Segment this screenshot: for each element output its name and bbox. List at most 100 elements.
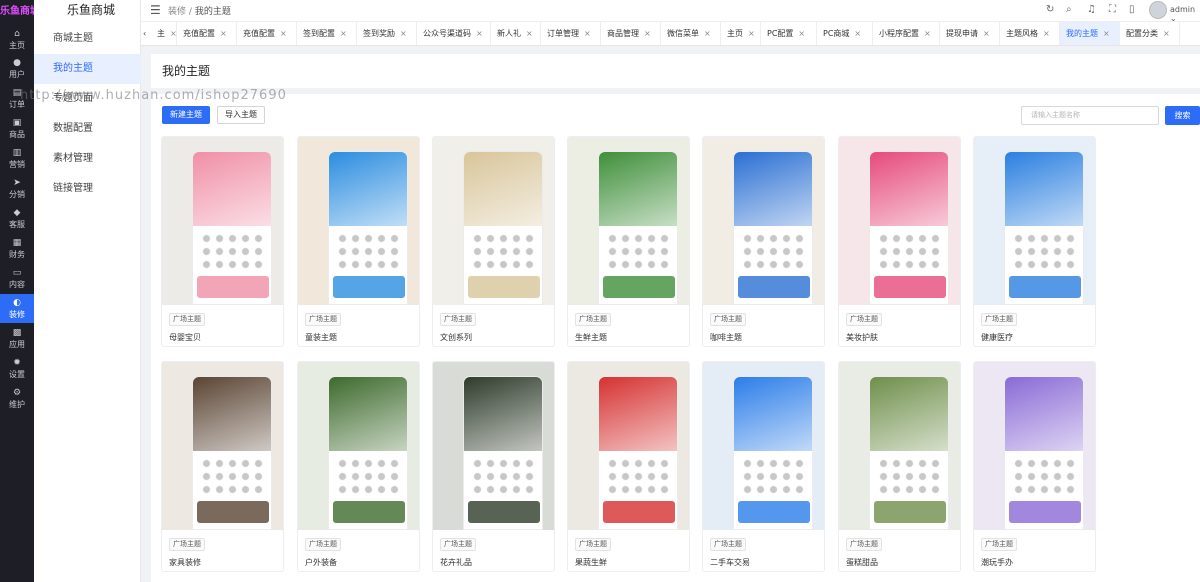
search-icon[interactable]: ⌕: [1066, 4, 1072, 15]
submenu-item[interactable]: 素材管理: [34, 144, 141, 174]
tab-item[interactable]: 主 ×: [151, 22, 177, 45]
close-icon[interactable]: ×: [798, 29, 805, 38]
phone-mockup: [869, 376, 949, 530]
tab-item[interactable]: PC配置 ×: [761, 22, 817, 45]
rail-item[interactable]: ⚙ 维护: [0, 384, 34, 413]
theme-tag: 广场主题: [440, 538, 476, 551]
bell-icon[interactable]: ♫: [1087, 4, 1096, 15]
new-theme-button[interactable]: 新建主题: [162, 106, 210, 124]
theme-card[interactable]: 广场主题 咖啡主题: [702, 136, 825, 347]
close-icon[interactable]: ×: [526, 29, 533, 38]
close-icon[interactable]: ×: [704, 29, 711, 38]
preview-banner: [738, 501, 810, 523]
rail-item[interactable]: ▥ 营销: [0, 144, 34, 173]
tab-item[interactable]: PC商城 ×: [817, 22, 873, 45]
tab-item[interactable]: 订单管理 ×: [541, 22, 601, 45]
refresh-icon[interactable]: ↻: [1046, 4, 1054, 15]
tab-item[interactable]: 主页 ×: [721, 22, 761, 45]
rail-item[interactable]: ➤ 分销: [0, 174, 34, 203]
rail-item[interactable]: ✹ 设置: [0, 354, 34, 383]
tab-item[interactable]: 签到奖励 ×: [357, 22, 417, 45]
preview-banner: [333, 501, 405, 523]
close-icon[interactable]: ×: [476, 29, 483, 38]
close-icon[interactable]: ×: [644, 29, 651, 38]
rail-item[interactable]: ▦ 财务: [0, 234, 34, 263]
rail-item[interactable]: ▩ 应用: [0, 324, 34, 353]
tab-item[interactable]: 小程序配置 ×: [873, 22, 940, 45]
tab-item[interactable]: 提现申请 ×: [940, 22, 1000, 45]
close-icon[interactable]: ×: [170, 29, 177, 38]
close-icon[interactable]: ×: [983, 29, 990, 38]
phone-mockup: [192, 151, 272, 305]
theme-tag: 广场主题: [169, 538, 205, 551]
theme-card[interactable]: 广场主题 文创系列: [432, 136, 555, 347]
close-icon[interactable]: ×: [1103, 29, 1110, 38]
breadcrumb-parent[interactable]: 装修: [168, 7, 186, 17]
theme-preview: [703, 362, 824, 530]
theme-card[interactable]: 广场主题 户外装备: [297, 361, 420, 572]
theme-card[interactable]: 广场主题 母婴宝贝: [161, 136, 284, 347]
close-icon[interactable]: ×: [924, 29, 931, 38]
theme-card[interactable]: 广场主题 健康医疗: [973, 136, 1096, 347]
mobile-icon[interactable]: ▯: [1129, 4, 1135, 15]
tab-scroll-left-icon[interactable]: ‹: [141, 22, 151, 45]
tab-item[interactable]: 我的主题 ×: [1060, 22, 1120, 45]
avatar[interactable]: [1149, 1, 1167, 19]
tab-item[interactable]: 充值配置 ×: [237, 22, 297, 45]
import-theme-button[interactable]: 导入主题: [217, 106, 265, 124]
preview-hero-image: [599, 377, 677, 451]
theme-card[interactable]: 广场主题 生鲜主题: [567, 136, 690, 347]
preview-icon-grid: [877, 232, 943, 272]
home-icon: ⌂: [14, 29, 20, 39]
rail-item[interactable]: ⌂ 主页: [0, 25, 34, 54]
rail-item-label: 维护: [9, 400, 25, 409]
tab-item[interactable]: 主题风格 ×: [1000, 22, 1060, 45]
theme-card[interactable]: 广场主题 美妆护肤: [838, 136, 961, 347]
close-icon[interactable]: ×: [1043, 29, 1050, 38]
menu-toggle-icon[interactable]: ☰: [150, 3, 161, 17]
rail-item-label: 分销: [9, 190, 25, 199]
rail-item[interactable]: ▣ 商品: [0, 114, 34, 143]
tab-item[interactable]: 商品管理 ×: [601, 22, 661, 45]
close-icon[interactable]: ×: [748, 29, 755, 38]
preview-banner: [874, 501, 946, 523]
theme-card[interactable]: 广场主题 果蔬生鲜: [567, 361, 690, 572]
search-button[interactable]: 搜索: [1165, 106, 1200, 125]
theme-card[interactable]: 广场主题 潮玩手办: [973, 361, 1096, 572]
phone-mockup: [1004, 376, 1084, 530]
tab-item[interactable]: 公众号渠道码 ×: [417, 22, 491, 45]
submenu-item[interactable]: 我的主题: [34, 54, 141, 84]
tab-item[interactable]: 签到配置 ×: [297, 22, 357, 45]
submenu-item[interactable]: 链接管理: [34, 174, 141, 204]
theme-name: 潮玩手办: [981, 558, 1013, 567]
rail-item[interactable]: ● 用户: [0, 54, 34, 83]
tab-item[interactable]: 配置分类 ×: [1120, 22, 1180, 45]
rail-item[interactable]: ▭ 内容: [0, 264, 34, 293]
theme-card[interactable]: 广场主题 蛋糕甜品: [838, 361, 961, 572]
theme-name: 文创系列: [440, 333, 472, 342]
theme-search-input[interactable]: [1021, 106, 1159, 125]
preview-icon-grid: [606, 232, 672, 272]
tab-item[interactable]: 充值配置 ×: [177, 22, 237, 45]
theme-card[interactable]: 广场主题 家具装修: [161, 361, 284, 572]
close-icon[interactable]: ×: [220, 29, 227, 38]
user-name[interactable]: admin ⌄: [1170, 5, 1200, 23]
close-icon[interactable]: ×: [340, 29, 347, 38]
close-icon[interactable]: ×: [280, 29, 287, 38]
submenu-item[interactable]: 数据配置: [34, 114, 141, 144]
close-icon[interactable]: ×: [584, 29, 591, 38]
submenu-item[interactable]: 商城主题: [34, 24, 141, 54]
close-icon[interactable]: ×: [854, 29, 861, 38]
theme-card[interactable]: 广场主题 二手车交易: [702, 361, 825, 572]
close-icon[interactable]: ×: [400, 29, 407, 38]
tab-item[interactable]: 新人礼 ×: [491, 22, 541, 45]
theme-card[interactable]: 广场主题 花卉礼品: [432, 361, 555, 572]
theme-tag: 广场主题: [846, 538, 882, 551]
theme-card[interactable]: 广场主题 童装主题: [297, 136, 420, 347]
close-icon[interactable]: ×: [1163, 29, 1170, 38]
rail-item[interactable]: ◐ 装修: [0, 294, 34, 323]
rail-item[interactable]: ◆ 客服: [0, 204, 34, 233]
fullscreen-icon[interactable]: ⛶: [1109, 4, 1116, 15]
theme-tag: 广场主题: [710, 313, 746, 326]
tab-item[interactable]: 微信菜单 ×: [661, 22, 721, 45]
